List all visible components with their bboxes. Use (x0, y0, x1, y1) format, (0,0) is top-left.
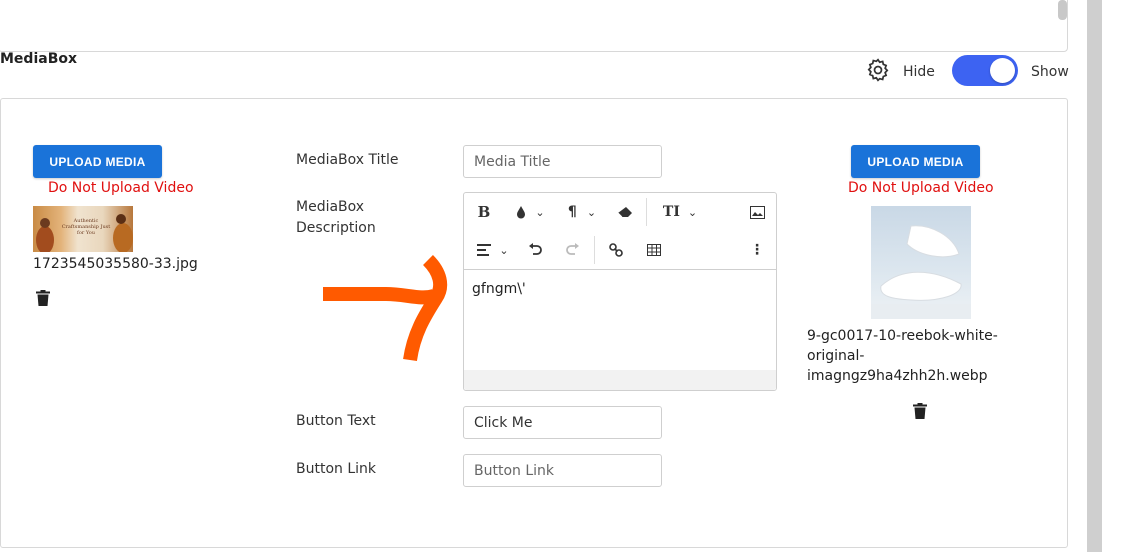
mediabox-title-label: MediaBox Title (296, 152, 399, 168)
page-scrollbar[interactable] (1087, 0, 1102, 552)
toolbar-separator (646, 198, 647, 226)
mediabox-title-input[interactable] (463, 145, 662, 178)
editor-status-bar (464, 370, 776, 390)
undo-button[interactable] (526, 240, 544, 260)
paragraph-button[interactable]: ¶ ⌄ (564, 202, 600, 222)
media-filename-right: 9-gc0017-10-reebok-white- original- imag… (807, 326, 998, 386)
chevron-down-icon: ⌄ (687, 205, 698, 219)
upload-media-button-left[interactable]: UPLOAD MEDIA (33, 145, 162, 178)
previous-section-box (0, 0, 1068, 52)
visibility-toggle[interactable] (952, 55, 1018, 86)
trash-icon[interactable] (36, 290, 50, 306)
text-size-icon: TI (662, 204, 680, 220)
redo-button[interactable] (564, 240, 582, 260)
text-size-button[interactable]: TI ⌄ (660, 202, 700, 222)
undo-icon (529, 243, 542, 255)
upload-warning-left: Do Not Upload Video (48, 180, 194, 196)
description-rich-text-editor[interactable]: B ⌄ ¶ ⌄ TI ⌄ ⌄ ⋮ gfngm\' (463, 192, 777, 391)
upload-warning-right: Do Not Upload Video (848, 180, 994, 196)
inner-scrollbar-thumb[interactable] (1058, 0, 1067, 20)
editor-toolbar-row-1: B ⌄ ¶ ⌄ TI ⌄ (464, 193, 776, 231)
eraser-icon (617, 207, 632, 218)
droplet-icon (517, 206, 526, 219)
insert-table-button[interactable] (645, 240, 663, 260)
description-label-line2: Description (296, 220, 376, 236)
trash-icon[interactable] (913, 403, 927, 419)
filename-line: 9-gc0017-10-reebok-white- (807, 328, 998, 344)
thumbnail-caption: Authentic Craftsmanship Just for You (61, 218, 111, 236)
media-thumbnail-left[interactable]: Authentic Craftsmanship Just for You (33, 206, 133, 252)
sneaker-image (871, 225, 971, 319)
align-button[interactable]: ⌄ (474, 240, 512, 260)
chevron-down-icon: ⌄ (586, 205, 597, 219)
annotation-arrow-icon (323, 255, 448, 362)
align-left-icon (477, 244, 492, 256)
table-icon (647, 244, 661, 256)
button-text-label: Button Text (296, 413, 376, 429)
insert-link-button[interactable] (607, 240, 625, 260)
gear-icon[interactable] (865, 57, 891, 83)
button-link-label: Button Link (296, 461, 377, 477)
filename-line: original- (807, 348, 865, 364)
chevron-down-icon: ⌄ (499, 243, 509, 257)
image-icon (749, 205, 765, 219)
toolbar-separator (594, 236, 595, 264)
redo-icon (566, 243, 579, 255)
description-editor-content[interactable]: gfngm\' (464, 271, 776, 371)
show-label: Show (1031, 64, 1069, 80)
description-label-line1: MediaBox (296, 199, 365, 215)
more-options-icon[interactable]: ⋮ (750, 240, 764, 260)
upload-media-button-right[interactable]: UPLOAD MEDIA (851, 145, 980, 178)
editor-toolbar-row-2: ⌄ ⋮ (464, 231, 776, 270)
button-link-input[interactable] (463, 454, 662, 487)
text-color-button[interactable]: ⌄ (512, 202, 548, 222)
chevron-down-icon: ⌄ (535, 205, 545, 219)
insert-image-button[interactable] (748, 202, 766, 222)
clear-format-button[interactable] (616, 202, 634, 222)
bold-button[interactable]: B (476, 202, 492, 222)
link-icon (609, 243, 623, 257)
toggle-knob (990, 58, 1015, 83)
button-text-input[interactable] (463, 406, 662, 439)
media-thumbnail-right[interactable] (871, 206, 971, 319)
media-filename-left: 1723545035580-33.jpg (33, 256, 198, 272)
paragraph-icon: ¶ (567, 204, 577, 220)
hide-label: Hide (903, 64, 935, 80)
mediabox-description-label: MediaBox Description (296, 197, 376, 239)
section-title: MediaBox (0, 51, 78, 67)
filename-line: imagngz9ha4zhh2h.webp (807, 368, 988, 384)
